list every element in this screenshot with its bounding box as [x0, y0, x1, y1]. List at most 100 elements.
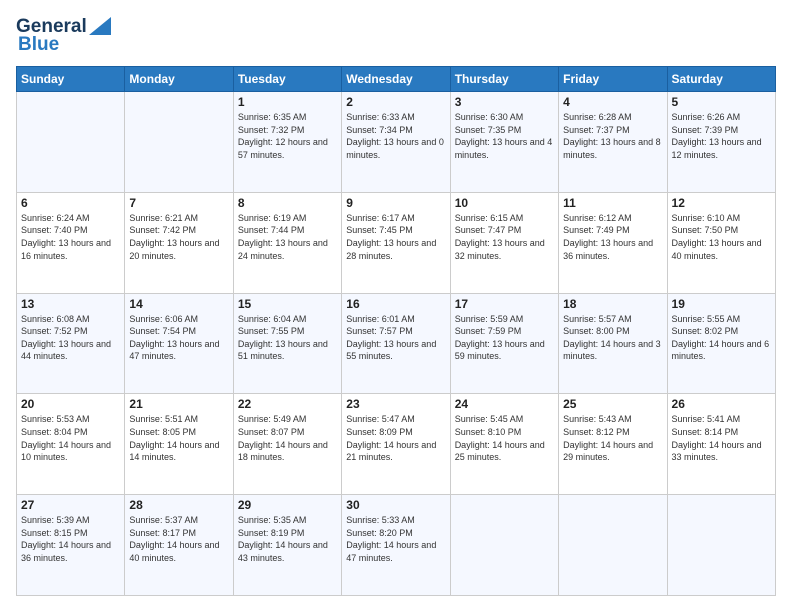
- day-number: 17: [455, 297, 554, 311]
- day-detail: Sunrise: 5:37 AM Sunset: 8:17 PM Dayligh…: [129, 515, 219, 563]
- day-detail: Sunrise: 6:15 AM Sunset: 7:47 PM Dayligh…: [455, 213, 545, 261]
- day-number: 27: [21, 498, 120, 512]
- weekday-header-sunday: Sunday: [17, 67, 125, 92]
- calendar-cell: 10 Sunrise: 6:15 AM Sunset: 7:47 PM Dayli…: [450, 192, 558, 293]
- day-detail: Sunrise: 6:28 AM Sunset: 7:37 PM Dayligh…: [563, 112, 661, 160]
- calendar-cell: 8 Sunrise: 6:19 AM Sunset: 7:44 PM Daylig…: [233, 192, 341, 293]
- calendar-cell: 6 Sunrise: 6:24 AM Sunset: 7:40 PM Daylig…: [17, 192, 125, 293]
- day-number: 20: [21, 397, 120, 411]
- day-number: 9: [346, 196, 445, 210]
- calendar-cell: 27 Sunrise: 5:39 AM Sunset: 8:15 PM Dayli…: [17, 495, 125, 596]
- calendar-cell: 19 Sunrise: 5:55 AM Sunset: 8:02 PM Dayli…: [667, 293, 775, 394]
- day-detail: Sunrise: 5:33 AM Sunset: 8:20 PM Dayligh…: [346, 515, 436, 563]
- calendar-cell: 1 Sunrise: 6:35 AM Sunset: 7:32 PM Daylig…: [233, 92, 341, 193]
- day-detail: Sunrise: 6:24 AM Sunset: 7:40 PM Dayligh…: [21, 213, 111, 261]
- day-detail: Sunrise: 5:49 AM Sunset: 8:07 PM Dayligh…: [238, 414, 328, 462]
- day-number: 11: [563, 196, 662, 210]
- day-number: 28: [129, 498, 228, 512]
- day-detail: Sunrise: 5:59 AM Sunset: 7:59 PM Dayligh…: [455, 314, 545, 362]
- day-detail: Sunrise: 5:43 AM Sunset: 8:12 PM Dayligh…: [563, 414, 653, 462]
- day-detail: Sunrise: 5:51 AM Sunset: 8:05 PM Dayligh…: [129, 414, 219, 462]
- calendar-cell: 15 Sunrise: 6:04 AM Sunset: 7:55 PM Dayli…: [233, 293, 341, 394]
- weekday-header-tuesday: Tuesday: [233, 67, 341, 92]
- day-number: 7: [129, 196, 228, 210]
- calendar-cell: 9Sunrise: 6:17 AM Sunset: 7:45 PM Daylig…: [342, 192, 450, 293]
- calendar-cell: 12Sunrise: 6:10 AM Sunset: 7:50 PM Dayli…: [667, 192, 775, 293]
- calendar-cell: 4 Sunrise: 6:28 AM Sunset: 7:37 PM Daylig…: [559, 92, 667, 193]
- day-detail: Sunrise: 5:45 AM Sunset: 8:10 PM Dayligh…: [455, 414, 545, 462]
- day-number: 21: [129, 397, 228, 411]
- day-number: 30: [346, 498, 445, 512]
- day-number: 29: [238, 498, 337, 512]
- logo-triangle-icon: [89, 17, 111, 35]
- day-detail: Sunrise: 6:26 AM Sunset: 7:39 PM Dayligh…: [672, 112, 762, 160]
- day-number: 13: [21, 297, 120, 311]
- calendar-cell: 18 Sunrise: 5:57 AM Sunset: 8:00 PM Dayli…: [559, 293, 667, 394]
- day-detail: Sunrise: 6:12 AM Sunset: 7:49 PM Dayligh…: [563, 213, 653, 261]
- day-number: 3: [455, 95, 554, 109]
- calendar-cell: 5 Sunrise: 6:26 AM Sunset: 7:39 PM Daylig…: [667, 92, 775, 193]
- calendar-cell: 30 Sunrise: 5:33 AM Sunset: 8:20 PM Dayli…: [342, 495, 450, 596]
- day-number: 14: [129, 297, 228, 311]
- week-row-2: 6 Sunrise: 6:24 AM Sunset: 7:40 PM Daylig…: [17, 192, 776, 293]
- day-detail: Sunrise: 5:53 AM Sunset: 8:04 PM Dayligh…: [21, 414, 111, 462]
- day-detail: Sunrise: 5:39 AM Sunset: 8:15 PM Dayligh…: [21, 515, 111, 563]
- day-detail: Sunrise: 5:55 AM Sunset: 8:02 PM Dayligh…: [672, 314, 770, 362]
- day-number: 23: [346, 397, 445, 411]
- calendar-cell: 23 Sunrise: 5:47 AM Sunset: 8:09 PM Dayli…: [342, 394, 450, 495]
- week-row-3: 13 Sunrise: 6:08 AM Sunset: 7:52 PM Dayli…: [17, 293, 776, 394]
- day-detail: Sunrise: 5:35 AM Sunset: 8:19 PM Dayligh…: [238, 515, 328, 563]
- day-detail: Sunrise: 6:10 AM Sunset: 7:50 PM Dayligh…: [672, 213, 762, 261]
- calendar-cell: 29 Sunrise: 5:35 AM Sunset: 8:19 PM Dayli…: [233, 495, 341, 596]
- weekday-header-monday: Monday: [125, 67, 233, 92]
- day-number: 1: [238, 95, 337, 109]
- calendar-cell: 7 Sunrise: 6:21 AM Sunset: 7:42 PM Daylig…: [125, 192, 233, 293]
- day-number: 6: [21, 196, 120, 210]
- calendar-cell: 13 Sunrise: 6:08 AM Sunset: 7:52 PM Dayli…: [17, 293, 125, 394]
- day-number: 5: [672, 95, 771, 109]
- day-detail: Sunrise: 6:30 AM Sunset: 7:35 PM Dayligh…: [455, 112, 553, 160]
- logo-blue: Blue: [18, 34, 59, 56]
- day-detail: Sunrise: 6:21 AM Sunset: 7:42 PM Dayligh…: [129, 213, 219, 261]
- day-detail: Sunrise: 5:47 AM Sunset: 8:09 PM Dayligh…: [346, 414, 436, 462]
- day-detail: Sunrise: 5:57 AM Sunset: 8:00 PM Dayligh…: [563, 314, 661, 362]
- day-number: 26: [672, 397, 771, 411]
- weekday-header-wednesday: Wednesday: [342, 67, 450, 92]
- calendar-cell: [450, 495, 558, 596]
- day-detail: Sunrise: 6:06 AM Sunset: 7:54 PM Dayligh…: [129, 314, 219, 362]
- day-detail: Sunrise: 6:08 AM Sunset: 7:52 PM Dayligh…: [21, 314, 111, 362]
- calendar-cell: 24 Sunrise: 5:45 AM Sunset: 8:10 PM Dayli…: [450, 394, 558, 495]
- calendar-cell: 20 Sunrise: 5:53 AM Sunset: 8:04 PM Dayli…: [17, 394, 125, 495]
- weekday-header-row: SundayMondayTuesdayWednesdayThursdayFrid…: [17, 67, 776, 92]
- day-number: 15: [238, 297, 337, 311]
- day-number: 25: [563, 397, 662, 411]
- weekday-header-thursday: Thursday: [450, 67, 558, 92]
- day-number: 8: [238, 196, 337, 210]
- day-number: 4: [563, 95, 662, 109]
- day-number: 10: [455, 196, 554, 210]
- page: General Blue SundayMondayTuesdayWednesda…: [0, 0, 792, 612]
- calendar-cell: 11 Sunrise: 6:12 AM Sunset: 7:49 PM Dayli…: [559, 192, 667, 293]
- day-detail: Sunrise: 5:41 AM Sunset: 8:14 PM Dayligh…: [672, 414, 762, 462]
- calendar-cell: 22Sunrise: 5:49 AM Sunset: 8:07 PM Dayli…: [233, 394, 341, 495]
- calendar-cell: [125, 92, 233, 193]
- day-number: 16: [346, 297, 445, 311]
- weekday-header-saturday: Saturday: [667, 67, 775, 92]
- week-row-5: 27 Sunrise: 5:39 AM Sunset: 8:15 PM Dayli…: [17, 495, 776, 596]
- calendar-cell: 14 Sunrise: 6:06 AM Sunset: 7:54 PM Dayli…: [125, 293, 233, 394]
- calendar-cell: [559, 495, 667, 596]
- day-detail: Sunrise: 6:35 AM Sunset: 7:32 PM Dayligh…: [238, 112, 328, 160]
- day-number: 18: [563, 297, 662, 311]
- day-detail: Sunrise: 6:04 AM Sunset: 7:55 PM Dayligh…: [238, 314, 328, 362]
- calendar-cell: 17 Sunrise: 5:59 AM Sunset: 7:59 PM Dayli…: [450, 293, 558, 394]
- calendar-cell: 26 Sunrise: 5:41 AM Sunset: 8:14 PM Dayli…: [667, 394, 775, 495]
- calendar-cell: 3 Sunrise: 6:30 AM Sunset: 7:35 PM Daylig…: [450, 92, 558, 193]
- calendar-cell: 25 Sunrise: 5:43 AM Sunset: 8:12 PM Dayli…: [559, 394, 667, 495]
- day-detail: Sunrise: 6:19 AM Sunset: 7:44 PM Dayligh…: [238, 213, 328, 261]
- day-number: 19: [672, 297, 771, 311]
- day-number: 24: [455, 397, 554, 411]
- day-number: 2: [346, 95, 445, 109]
- calendar-cell: 16Sunrise: 6:01 AM Sunset: 7:57 PM Dayli…: [342, 293, 450, 394]
- logo: General Blue: [16, 16, 111, 56]
- calendar-cell: 21 Sunrise: 5:51 AM Sunset: 8:05 PM Dayli…: [125, 394, 233, 495]
